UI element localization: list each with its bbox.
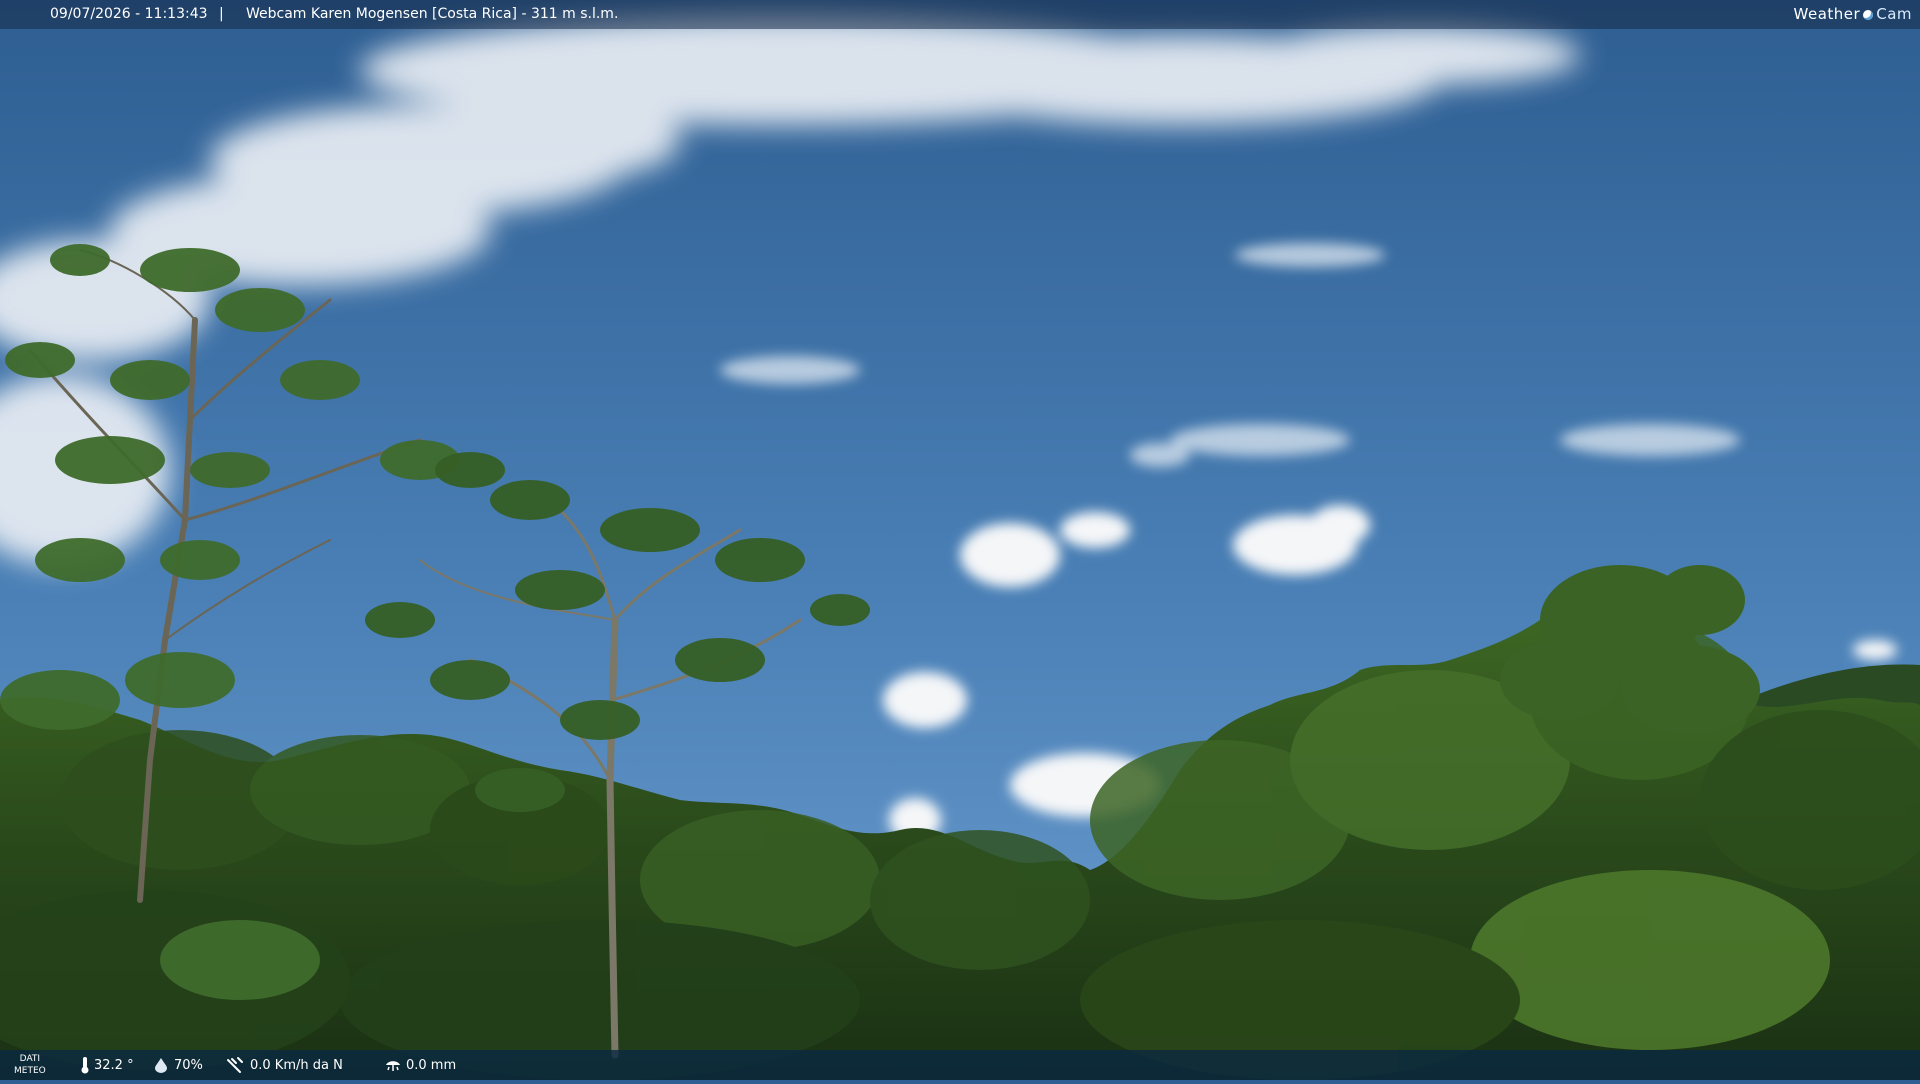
humidity-value: 70% xyxy=(174,1057,203,1073)
weather-data-label-line1: DATI xyxy=(19,1054,41,1064)
timestamp: 09/07/2026 - 11:13:43 xyxy=(50,6,208,22)
rain-value: 0.0 mm xyxy=(406,1057,457,1073)
weather-data-bar: DATI METEO 32.2 ° 70% 0.0 Km/h da N 0.0 … xyxy=(0,1050,1920,1080)
rain-reading: 0.0 mm xyxy=(384,1050,456,1080)
temperature-value: 32.2 ° xyxy=(94,1057,134,1073)
weathercam-logo-icon xyxy=(1863,9,1874,20)
weather-data-label: DATI METEO xyxy=(14,1053,46,1077)
thermometer-icon xyxy=(81,1057,89,1074)
weathercam-logo: Weather Cam xyxy=(1794,0,1912,29)
logo-text-cam: Cam xyxy=(1876,5,1912,23)
webcam-caption: Webcam Karen Mogensen [Costa Rica] - 311… xyxy=(246,6,619,22)
wind-reading: 0.0 Km/h da N xyxy=(226,1050,343,1080)
landscape-photo xyxy=(0,0,1920,1080)
top-info-bar: 09/07/2026 - 11:13:43 | Webcam Karen Mog… xyxy=(0,0,1920,29)
webcam-scene xyxy=(0,0,1920,1080)
wind-value: 0.0 Km/h da N xyxy=(250,1057,343,1073)
rain-gauge-icon xyxy=(386,1061,400,1071)
weather-data-label-line2: METEO xyxy=(14,1066,46,1076)
wind-icon xyxy=(227,1057,243,1073)
temperature-reading: 32.2 ° xyxy=(80,1050,134,1080)
caption-separator: | xyxy=(219,6,224,22)
humidity-drop-icon xyxy=(155,1058,167,1073)
humidity-reading: 70% xyxy=(152,1050,203,1080)
logo-text-weather: Weather xyxy=(1793,5,1861,23)
